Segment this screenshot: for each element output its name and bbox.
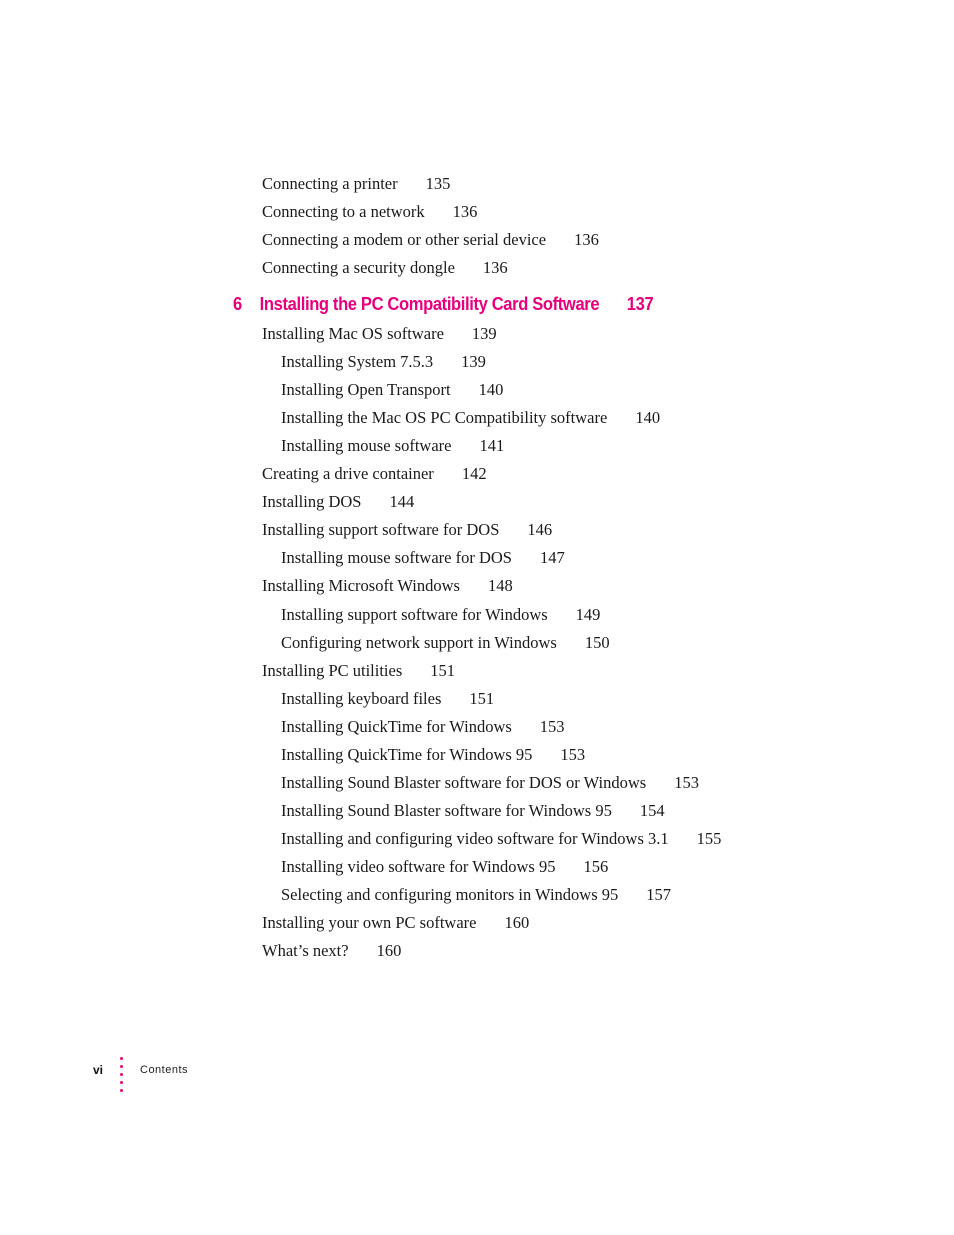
toc-entry-page-number: 153 [560,744,586,764]
toc-entry-title: Creating a drive container [262,464,434,484]
toc-entry-title: Installing keyboard files [281,688,442,708]
toc-entry[interactable]: Installing support software for DOS 146 [262,520,552,540]
toc-entry-page-number: 142 [461,464,487,484]
toc-entry[interactable]: Installing QuickTime for Windows 95 153 [281,745,585,765]
toc-entry-title: Installing PC utilities [262,660,403,680]
toc-entry-page-number: 156 [583,856,609,876]
toc-entry-page-number: 148 [487,576,513,596]
toc-entry[interactable]: Installing the Mac OS PC Compatibility s… [281,408,660,428]
toc-entry[interactable]: Installing Open Transport 140 [281,380,503,400]
toc-entry-title: Installing mouse software [281,436,452,456]
toc-entry[interactable]: Selecting and configuring monitors in Wi… [281,885,671,905]
toc-entry[interactable]: Installing Microsoft Windows 148 [262,576,513,596]
toc-entry-page-number: 154 [639,800,665,820]
toc-entry[interactable]: Installing your own PC software 160 [262,913,529,933]
toc-entry-page-number: 160 [376,941,402,961]
toc-entry-title: Installing support software for DOS [262,520,500,540]
toc-entry-page-number: 147 [539,548,565,568]
toc-entry-page-number: 151 [469,688,495,708]
toc-entry-page-number: 136 [574,230,599,249]
toc-entry-title: Installing the Mac OS PC Compatibility s… [281,408,608,428]
dotted-rule-divider [120,1057,124,1097]
toc-entry[interactable]: Connecting a printer 135 [262,174,450,194]
toc-entry-title: Installing mouse software for DOS [281,548,512,568]
toc-entry[interactable]: Installing QuickTime for Windows 153 [281,717,565,737]
section-label: Contents [140,1064,189,1076]
toc-entry-page-number: 153 [539,716,565,736]
toc-entry-title: Installing System 7.5.3 [281,352,434,372]
toc-entry-page-number: 140 [478,380,504,400]
toc-entry-title: Installing Sound Blaster software for DO… [281,772,647,792]
toc-entry-page-number: 139 [461,352,486,372]
chapter-heading[interactable]: 6 Installing the PC Compatibility Card So… [233,293,654,315]
toc-entry[interactable]: Installing System 7.5.3 139 [281,352,486,372]
toc-entry-title: Installing support software for Windows [281,604,548,624]
toc-entry-title: Connecting to a network [262,202,425,221]
page-folio: vi [93,1063,104,1077]
chapter-page-number: 137 [626,294,654,314]
toc-entry-page-number: 150 [584,632,610,652]
toc-entry[interactable]: Installing Sound Blaster software for DO… [281,773,699,793]
toc-entry-page-number: 153 [674,772,699,792]
chapter-number: 6 [233,294,242,314]
chapter-title: Installing the PC Compatibility Card Sof… [259,294,600,314]
toc-entry-title: Installing your own PC software [262,913,477,933]
toc-entry-page-number: 140 [635,408,661,428]
toc-entry-title: Connecting a security dongle [262,258,455,277]
toc-entry[interactable]: Installing support software for Windows 1… [281,605,600,625]
toc-entry-page-number: 144 [389,492,415,512]
toc-entry-title: Configuring network support in Windows [281,632,557,652]
toc-entry[interactable]: Configuring network support in Windows 15… [281,633,610,653]
toc-entry-title: Installing Sound Blaster software for Wi… [281,800,612,820]
toc-entry-page-number: 155 [696,828,722,848]
toc-entry-page-number: 141 [479,436,505,456]
toc-entry-page-number: 136 [452,202,478,221]
toc-entry-title: Installing DOS [262,492,362,512]
toc-entry[interactable]: Installing mouse software 141 [281,436,504,456]
toc-entry-title: Installing Microsoft Windows [262,576,460,596]
toc-entry-page-number: 139 [471,324,497,343]
toc-entry-title: Connecting a printer [262,174,398,193]
toc-entry-page-number: 135 [425,174,451,193]
toc-entry-page-number: 146 [527,520,553,540]
toc-entry-title: Installing video software for Windows 95 [281,856,556,876]
toc-entry[interactable]: Creating a drive container 142 [262,464,487,484]
toc-entry[interactable]: Installing keyboard files 151 [281,689,494,709]
toc-entry[interactable]: What’s next? 160 [262,941,401,961]
toc-entry-page-number: 157 [646,885,671,904]
toc-entry-title: Selecting and configuring monitors in Wi… [281,885,619,904]
toc-entry[interactable]: Installing mouse software for DOS 147 [281,548,565,568]
toc-entry[interactable]: Installing Sound Blaster software for Wi… [281,801,665,821]
toc-entry[interactable]: Installing and configuring video softwar… [281,829,721,849]
toc-entry-page-number: 160 [504,913,530,933]
toc-entry-title: Installing QuickTime for Windows 95 [281,744,533,764]
toc-entry-title: Installing Open Transport [281,380,451,400]
toc-entry-page-number: 136 [482,258,508,277]
toc-entry-title: Connecting a modem or other serial devic… [262,230,547,249]
toc-entry[interactable]: Installing video software for Windows 95… [281,857,608,877]
toc-entry[interactable]: Installing Mac OS software 139 [262,324,497,344]
toc-entry-page-number: 149 [575,604,601,624]
toc-entry[interactable]: Installing PC utilities 151 [262,661,455,681]
toc-entry-title: Installing QuickTime for Windows [281,716,512,736]
toc-entry-title: What’s next? [262,941,349,961]
toc-entry[interactable]: Installing DOS 144 [262,492,414,512]
toc-entry[interactable]: Connecting a security dongle 136 [262,258,508,278]
toc-entry-title: Installing and configuring video softwar… [281,828,669,848]
toc-entry-title: Installing Mac OS software [262,324,444,343]
toc-entry-page-number: 151 [430,660,456,680]
toc-entry[interactable]: Connecting a modem or other serial devic… [262,230,599,250]
toc-entry[interactable]: Connecting to a network 136 [262,202,477,222]
